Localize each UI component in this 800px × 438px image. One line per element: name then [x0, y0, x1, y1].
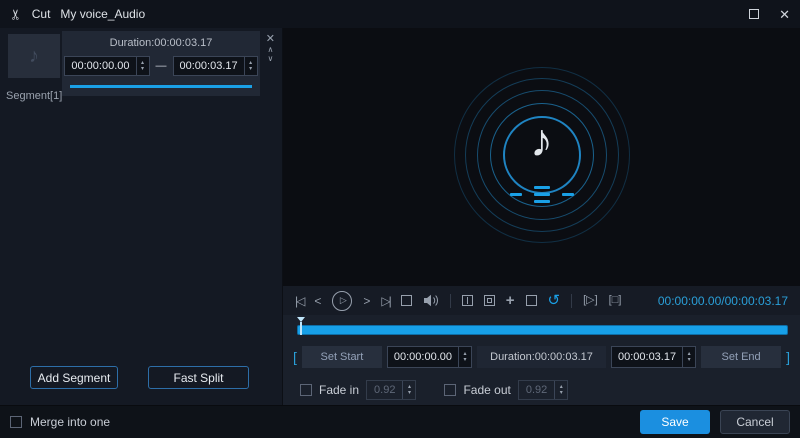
cut-audio-dialog: ✂ Cut My voice_Audio ✕ ♪ Segment[1] Dura… [0, 0, 800, 438]
frame-select-icon[interactable] [483, 295, 495, 306]
play-icon: ▷ [339, 295, 347, 305]
spinner-down-icon[interactable]: ▾ [245, 66, 257, 72]
trim-end-value[interactable]: 00:00:03.17 [612, 347, 682, 367]
spinner-down-icon[interactable]: ▾ [459, 357, 471, 363]
segments-panel: ♪ Segment[1] Duration:00:00:03.17 00:00:… [0, 28, 283, 405]
music-note-icon: ♪ [29, 44, 39, 67]
copy-icon[interactable] [525, 295, 541, 310]
segment-start-input[interactable]: 00:00:00.00 ▴ ▾ [64, 56, 150, 76]
fade-out-value[interactable]: 0.92 [519, 381, 554, 399]
volume-icon[interactable] [423, 294, 439, 307]
spinner-down-icon[interactable]: ▾ [403, 390, 415, 396]
trim-start-value[interactable]: 00:00:00.00 [388, 347, 458, 367]
save-button[interactable]: Save [640, 410, 710, 434]
trim-start-input[interactable]: 00:00:00.00 ▴ ▾ [386, 346, 473, 368]
music-note-icon: ♪ [530, 114, 553, 166]
jump-start-icon[interactable]: |◁ [295, 295, 305, 307]
trim-controls: [ Set Start 00:00:00.00 ▴ ▾ Duration:00:… [293, 345, 790, 369]
timeline [297, 317, 788, 339]
fade-in-checkbox[interactable] [300, 384, 312, 396]
spinner-down-icon[interactable]: ▾ [683, 357, 695, 363]
segment-progress-bar [70, 85, 252, 88]
segment-thumbnail[interactable]: ♪ [8, 34, 60, 78]
fade-out-label: Fade out [463, 383, 511, 397]
window-controls: ✕ [749, 8, 790, 21]
left-bracket: [ [293, 349, 297, 365]
transport-bar: |◁ < ▷ > ▷| + ↺ [▷] [□] 00:00:00.00/00:0… [283, 285, 800, 315]
segment-side-controls: ✕ ∧ ∨ [266, 33, 275, 63]
dialog-title: Cut [31, 7, 51, 21]
audio-preview: ♪ [283, 28, 800, 285]
trim-start-stepper[interactable]: ▴ ▾ [458, 347, 471, 367]
fade-in-input[interactable]: 0.92 ▴ ▾ [366, 380, 417, 400]
range-separator: — [155, 60, 167, 72]
fade-in-stepper[interactable]: ▴ ▾ [402, 381, 415, 399]
divider [571, 293, 573, 308]
editor-panel: ♪ |◁ < ▷ > ▷| + ↺ [▷] [□] 00:00:00.00/00… [283, 28, 800, 405]
footer-buttons: Save Cancel [640, 410, 790, 434]
segment-start-stepper[interactable]: ▴ ▾ [135, 57, 149, 75]
segment-end-value[interactable]: 00:00:03.17 [174, 57, 244, 75]
segment-end-input[interactable]: 00:00:03.17 ▴ ▾ [172, 56, 258, 76]
play-button[interactable]: ▷ [332, 290, 353, 311]
segment-label: Segment[1] [6, 90, 63, 102]
move-down-icon[interactable]: ∨ [267, 55, 273, 63]
playhead-marker[interactable] [297, 317, 306, 335]
trim-end-input[interactable]: 00:00:03.17 ▴ ▾ [610, 346, 697, 368]
fade-out-checkbox[interactable] [444, 384, 457, 396]
step-back-icon[interactable]: < [314, 295, 321, 307]
play-segment-icon[interactable]: [▷] [583, 295, 598, 306]
merge-checkbox[interactable] [10, 416, 22, 428]
segment-start-value[interactable]: 00:00:00.00 [65, 57, 135, 75]
right-bracket: ] [786, 349, 790, 365]
add-icon[interactable]: + [506, 293, 515, 308]
cancel-button[interactable]: Cancel [720, 410, 790, 434]
scissors-icon: ✂ [7, 8, 24, 20]
maximize-icon[interactable] [749, 9, 760, 19]
fade-out-input[interactable]: 0.92 ▴ ▾ [517, 380, 569, 400]
trim-duration-label: Duration:00:00:03.17 [477, 346, 606, 368]
titlebar: ✂ Cut My voice_Audio ✕ [0, 0, 800, 28]
add-segment-button[interactable]: Add Segment [30, 366, 118, 389]
fade-out-stepper[interactable]: ▴ ▾ [554, 381, 567, 399]
reset-icon[interactable]: ↺ [548, 293, 561, 308]
spinner-down-icon[interactable]: ▾ [137, 66, 149, 72]
fade-controls: Fade in 0.92 ▴ ▾ Fade out 0.92 ▴ ▾ [300, 379, 569, 401]
file-name: My voice_Audio [60, 7, 146, 21]
remove-segment-icon[interactable]: ✕ [266, 33, 275, 45]
set-end-button[interactable]: Set End [701, 346, 782, 368]
time-display: 00:00:00.00/00:00:03.17 [657, 293, 788, 308]
equalizer-icon [509, 184, 574, 204]
split-icon[interactable] [461, 295, 473, 306]
stop-segment-icon[interactable]: [□] [609, 295, 622, 306]
fade-in-label: Fade in [319, 383, 360, 397]
divider [449, 293, 451, 308]
stop-icon[interactable] [400, 295, 412, 306]
segment-end-stepper[interactable]: ▴ ▾ [243, 57, 257, 75]
fade-in-value[interactable]: 0.92 [367, 381, 402, 399]
segment-time-row: 00:00:00.00 ▴ ▾ — 00:00:03.17 ▴ ▾ [64, 56, 258, 76]
step-forward-icon[interactable]: > [363, 295, 370, 307]
set-start-button[interactable]: Set Start [301, 346, 382, 368]
footer-bar: Merge into one Save Cancel [0, 405, 800, 438]
timeline-track[interactable] [297, 325, 788, 335]
jump-end-icon[interactable]: ▷| [381, 295, 391, 307]
close-icon[interactable]: ✕ [779, 8, 790, 21]
fast-split-button[interactable]: Fast Split [148, 366, 249, 389]
trim-end-stepper[interactable]: ▴ ▾ [682, 347, 695, 367]
segment-duration-label: Duration:00:00:03.17 [109, 37, 213, 49]
spinner-down-icon[interactable]: ▾ [555, 390, 567, 396]
segment-editor: Duration:00:00:03.17 00:00:00.00 ▴ ▾ — 0… [62, 31, 260, 96]
merge-label: Merge into one [30, 415, 111, 429]
move-up-icon[interactable]: ∧ [267, 46, 273, 54]
